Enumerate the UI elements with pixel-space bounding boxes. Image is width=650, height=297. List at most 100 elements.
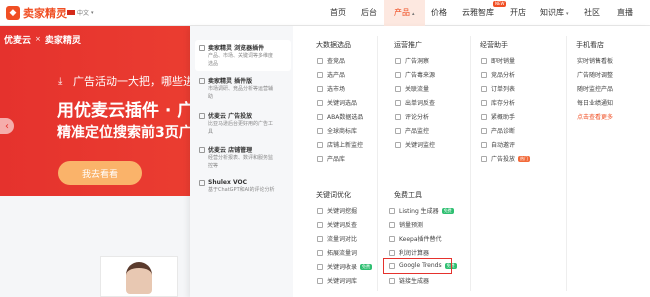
menu-item-trademark[interactable]: 全球商标库 [317, 126, 357, 135]
menu-item-label: 关键词监控 [405, 142, 436, 149]
menu-item-keyword-index[interactable]: 关键词收录 免费 [317, 262, 373, 271]
menu-item-label: 自动邀评 [491, 142, 516, 149]
menu-item-ad-adjust[interactable]: 广告随时调整 [577, 70, 613, 79]
chevron-up-icon: ▴ [412, 11, 415, 17]
menu-item-ad-insight[interactable]: 广告洞察 [395, 56, 429, 65]
menu-item-product-library[interactable]: 产品库 [317, 154, 345, 163]
product-desc: 基于ChatGPT和AI的评论分析 [208, 187, 275, 193]
menu-item-expand-traffic[interactable]: 拓展流量词 [317, 248, 357, 257]
hot-tag: 热门 [518, 155, 531, 162]
menu-item-keyword-reverse[interactable]: 关键词反查 [317, 220, 357, 229]
menu-item-label: 即时销量 [491, 58, 516, 65]
menu-item-label: 随时监控产品 [577, 86, 614, 93]
menu-item-product-diagnosis[interactable]: 产品诊断 [481, 126, 515, 135]
nav-products[interactable]: 产品 ▴ [394, 7, 415, 18]
clock-icon [481, 57, 487, 64]
menu-item-ad-delivery[interactable]: 广告投放 热门 [481, 154, 531, 163]
menu-item-auto-review[interactable]: 自动邀评 [481, 140, 515, 149]
voc-icon [199, 179, 205, 186]
nav-products-label: 产品 [394, 8, 410, 17]
menu-item-competitor-analysis[interactable]: 竞品分析 [481, 70, 515, 79]
menu-item-choose-products[interactable]: 选产品 [317, 70, 345, 79]
extension-icon [389, 235, 395, 242]
menu-item-label: Keepa插件替代 [399, 236, 442, 243]
library-icon [317, 155, 323, 162]
chevron-down-icon: ▾ [91, 9, 94, 16]
menu-item-realtime-sales[interactable]: 即时销量 [481, 56, 515, 65]
menu-item-product-monitor[interactable]: 产品监控 [395, 126, 429, 135]
menu-item-assistant[interactable]: 紧概助手 [481, 112, 515, 121]
nav-community[interactable]: 社区 [584, 7, 600, 18]
nav-pricing[interactable]: 价格 [431, 7, 447, 18]
menu-item-order-list[interactable]: 订单列表 [481, 84, 515, 93]
nav-backend[interactable]: 后台 [361, 7, 377, 18]
nav-live[interactable]: 直播 [617, 7, 633, 18]
menu-item-keyword-selection[interactable]: 关键词选品 [317, 98, 357, 107]
menu-item-ad-source[interactable]: 广告毒来源 [395, 70, 435, 79]
menu-item-label: 广告随时调整 [577, 72, 614, 79]
product-desc: 比亚马逊后台更好用的广告工 [208, 121, 274, 127]
menu-item-label: 实时销售看板 [577, 58, 614, 65]
menu-item-keyword-monitor[interactable]: 关键词监控 [395, 140, 435, 149]
hero-cta-button[interactable]: 我去看看 [58, 161, 142, 185]
column-title-free-tools: 免费工具 [394, 191, 422, 199]
menu-item-listing-generator[interactable]: Listing 生成器 免费 [389, 206, 454, 215]
menu-item-profit-calculator[interactable]: 利润计算器 [389, 248, 429, 257]
menu-item-store-monitor[interactable]: 店铺上新监控 [317, 140, 363, 149]
language-switch[interactable]: 中文 ▾ [67, 8, 94, 17]
nav-knowledge[interactable]: 知识库 ▾ [540, 7, 569, 18]
source-icon [395, 71, 401, 78]
menu-item-choose-market[interactable]: 选市场 [317, 84, 345, 93]
hero-title: 用优麦云插件 · 广 [57, 101, 195, 121]
product-item[interactable]: 卖家精灵 浏览器插件 产品、市场、关键词等多维度 选品 [195, 40, 291, 71]
product-name: 卖家精灵 浏览器插件 [208, 45, 265, 52]
product-desc: 选品 [208, 61, 219, 67]
menu-item-inventory[interactable]: 库存分析 [481, 98, 515, 107]
view-more-link[interactable]: 点击查看更多 [577, 112, 613, 121]
menu-item-link-generator[interactable]: 链接生成器 [389, 276, 429, 285]
menu-item-sales-board[interactable]: 实时销售看板 [577, 56, 613, 65]
chart-icon [481, 71, 487, 78]
store-icon [317, 141, 323, 148]
nav-open-store[interactable]: 开店 [510, 7, 526, 18]
nav-home[interactable]: 首页 [330, 7, 346, 18]
menu-item-keyword-mining[interactable]: 关键词挖掘 [317, 206, 357, 215]
column-title-keyword: 关键词优化 [316, 191, 351, 199]
chevron-left-icon: ‹ [5, 120, 9, 132]
menu-item-find-competitors[interactable]: 查竞品 [317, 56, 345, 65]
menu-item-aba-data[interactable]: ABA数据选品 [317, 112, 363, 121]
product-item[interactable]: Shulex VOC 基于ChatGPT和AI的评论分析 [195, 176, 291, 197]
column-title-big-data: 大数据选品 [316, 41, 351, 49]
menu-item-sales-forecast[interactable]: 销量预测 [389, 220, 423, 229]
product-item[interactable]: 卖家精灵 插件版 市场调研、竞品分析等运营辅 助 [195, 73, 291, 104]
trademark-icon [317, 127, 323, 134]
ads-icon [199, 112, 205, 119]
nav-think-tank[interactable]: 云雅智库 [462, 7, 494, 18]
menu-item-label: 链接生成器 [399, 278, 430, 285]
menu-item-traffic-compare[interactable]: 流量词对比 [317, 234, 357, 243]
ads-icon [481, 155, 487, 162]
menu-item-keepa-alternative[interactable]: Keepa插件替代 [389, 234, 442, 243]
product-item[interactable]: 优麦云 广告投放 比亚马逊后台更好用的广告工 具 [195, 108, 291, 139]
menu-item-product-watch[interactable]: 随时监控产品 [577, 84, 613, 93]
menu-item-review-analysis[interactable]: 评论分析 [395, 112, 429, 121]
column-title-ops: 运营推广 [394, 41, 422, 49]
menu-item-label: 订单列表 [491, 86, 516, 93]
product-item[interactable]: 优麦云 店铺管理 经营分析报表、数评和服务监 控等 [195, 142, 291, 173]
brand-left: 优麦云 [4, 35, 32, 46]
logo[interactable]: ◆ 卖家精灵 [6, 5, 67, 20]
menu-item-related-traffic[interactable]: 关联流量 [395, 84, 429, 93]
menu-item-daily-report[interactable]: 每日业绩通知 [577, 98, 613, 107]
menu-item-label: Listing 生成器 [399, 208, 439, 215]
link-icon [395, 85, 401, 92]
monitor-icon [395, 127, 401, 134]
menu-item-label: 点击查看更多 [577, 114, 614, 121]
search-icon [317, 57, 323, 64]
menu-item-label: 选产品 [327, 72, 346, 79]
menu-item-order-words[interactable]: 出单词反查 [395, 98, 435, 107]
menu-item-keyword-library[interactable]: 关键词词库 [317, 276, 357, 285]
mining-icon [317, 207, 323, 214]
menu-item-label: 广告洞察 [405, 58, 430, 65]
product-name: 优麦云 店铺管理 [208, 147, 253, 154]
hero-ad-text: 广告活动一大把，哪些进 [73, 75, 194, 88]
